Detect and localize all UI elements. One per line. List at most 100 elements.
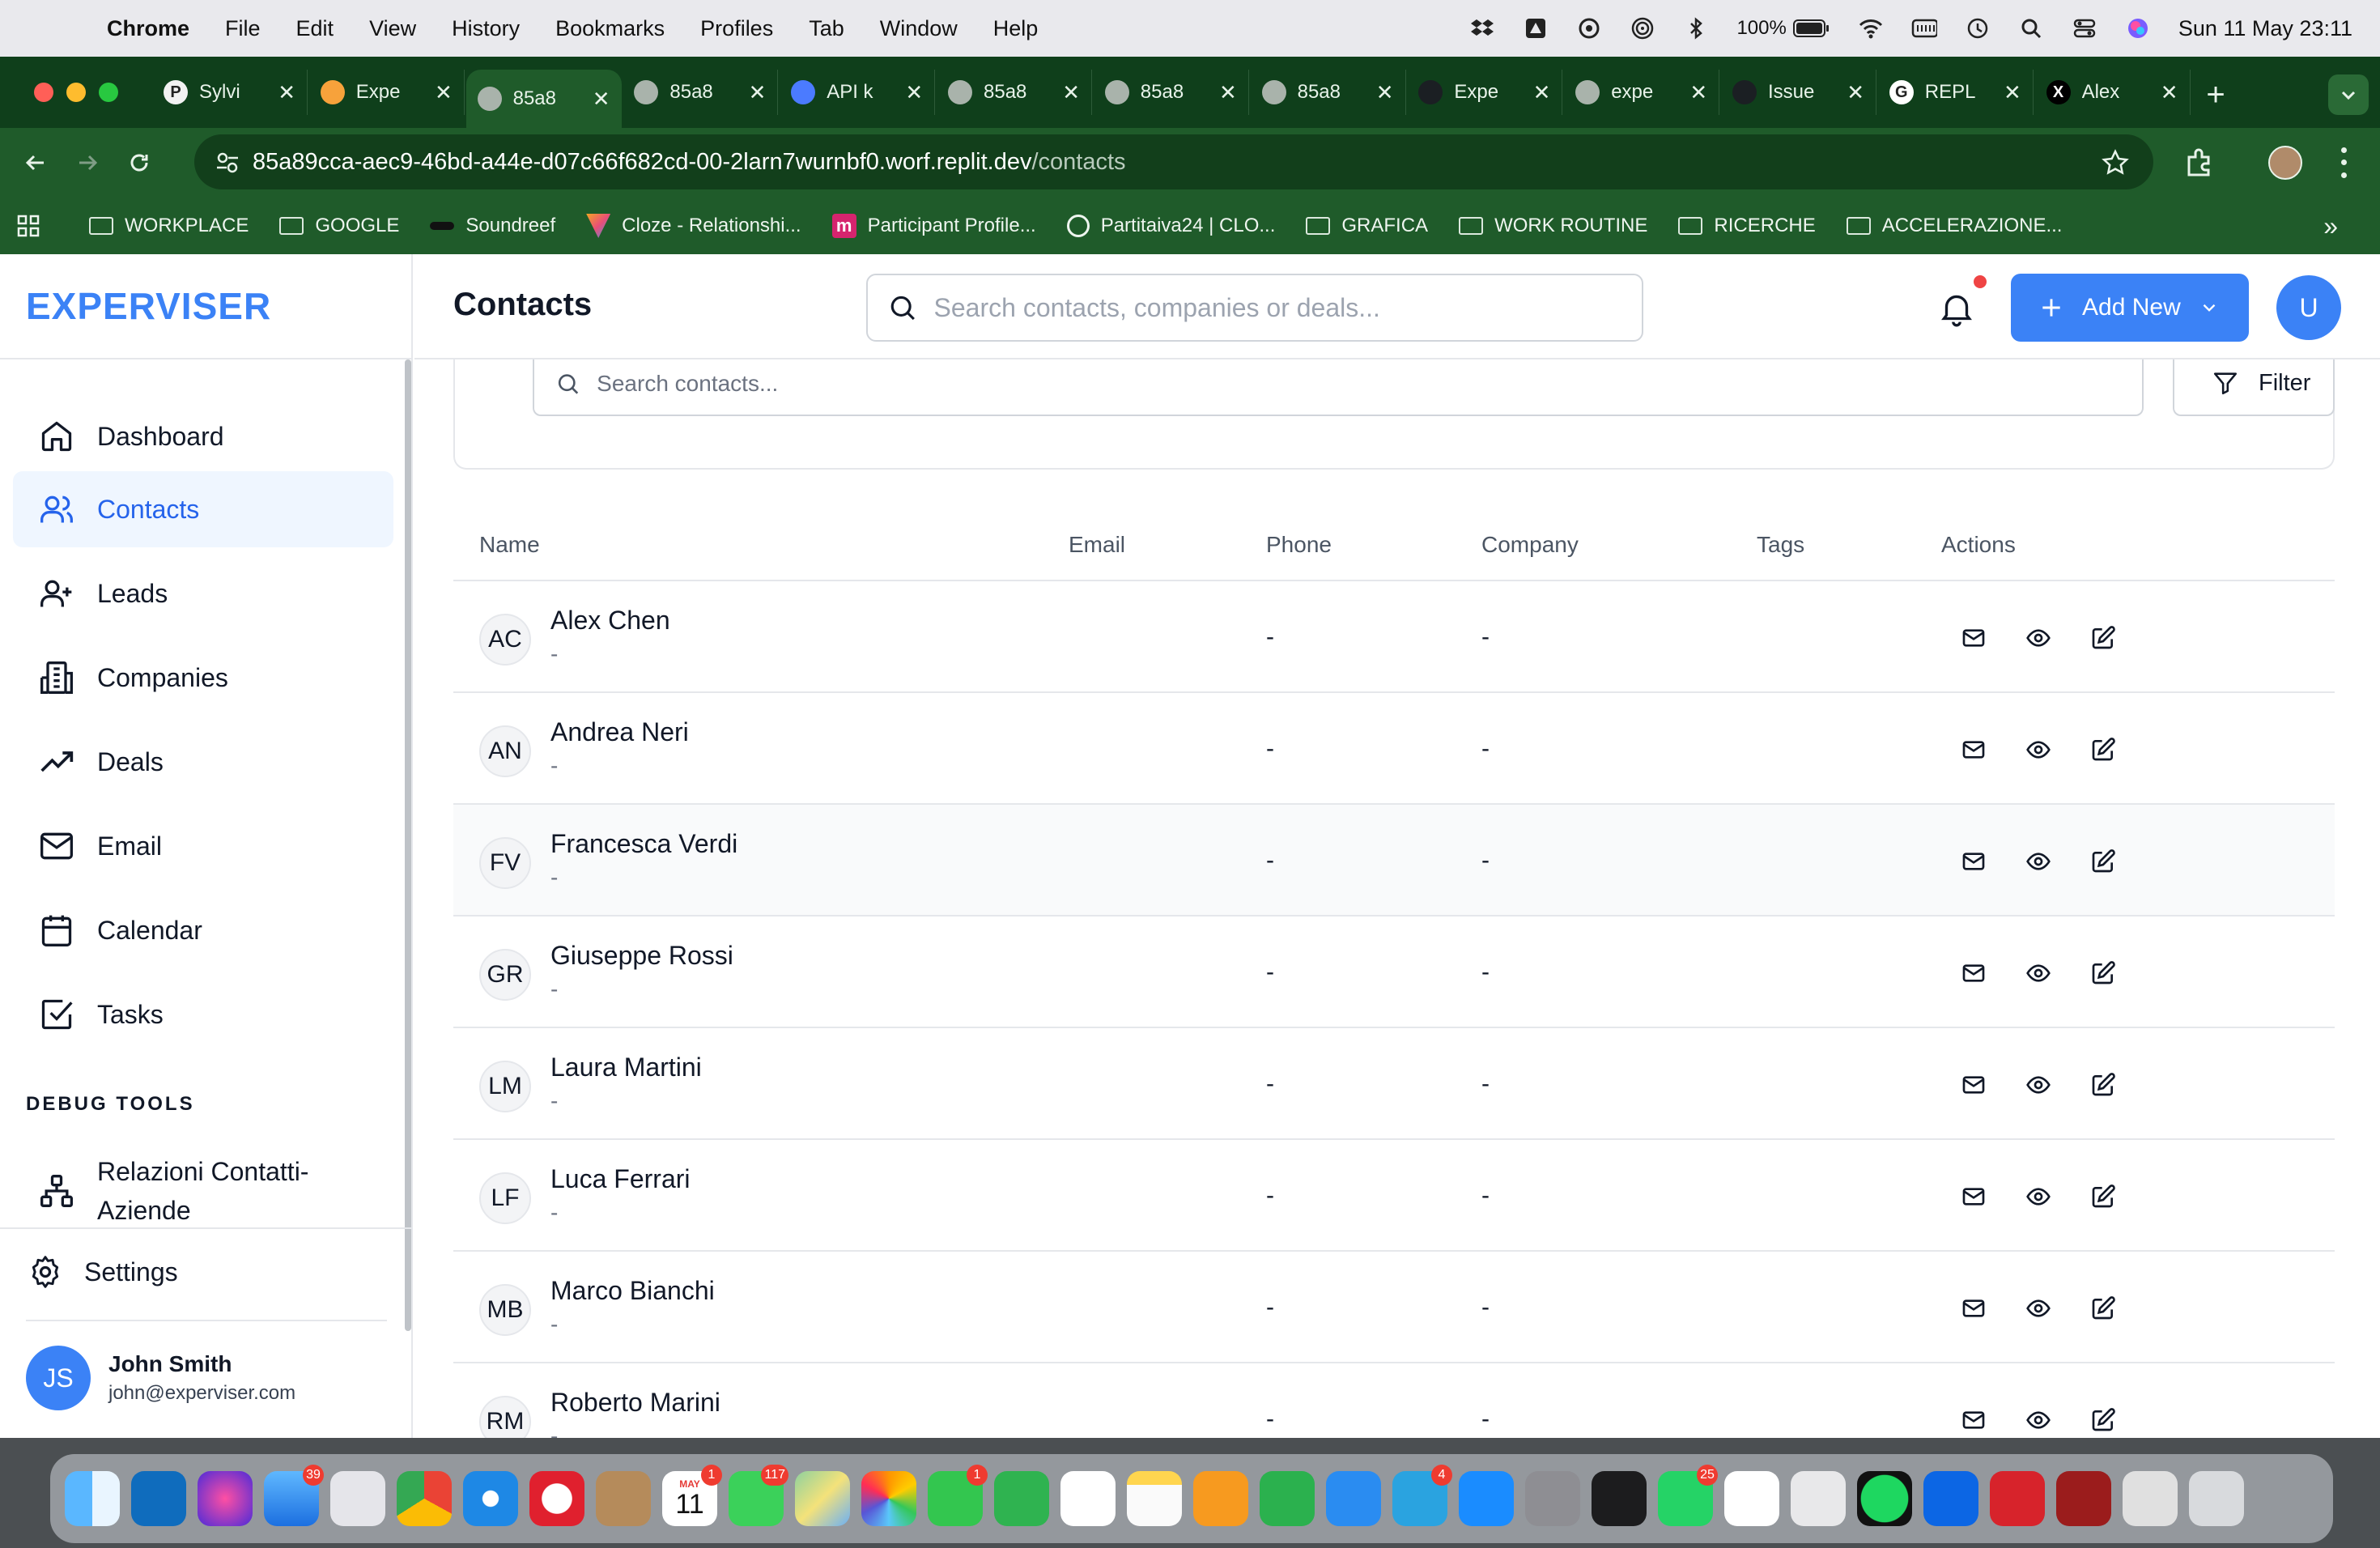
window-minimize-button[interactable] bbox=[66, 83, 86, 102]
phone-icon[interactable] bbox=[1592, 1471, 1647, 1526]
global-search-input[interactable] bbox=[933, 292, 1642, 323]
launchpad-icon[interactable] bbox=[330, 1471, 385, 1526]
edit-icon[interactable] bbox=[2087, 1404, 2119, 1436]
tab-close-icon[interactable]: ✕ bbox=[905, 80, 923, 105]
system-settings-icon[interactable] bbox=[1525, 1471, 1580, 1526]
contact-name[interactable]: Giuseppe Rossi bbox=[550, 941, 733, 971]
mail-icon[interactable] bbox=[1957, 1069, 1990, 1101]
bookmark-google[interactable]: GOOGLE bbox=[279, 215, 399, 237]
iphone-mirroring-icon[interactable] bbox=[1791, 1471, 1846, 1526]
sidebar-item-contacts[interactable]: Contacts bbox=[13, 471, 393, 547]
menu-tab[interactable]: Tab bbox=[791, 16, 862, 41]
tab-close-icon[interactable]: ✕ bbox=[278, 80, 295, 105]
profile-avatar[interactable] bbox=[2268, 146, 2302, 180]
browser-tab[interactable]: API k ✕ bbox=[780, 70, 936, 115]
add-new-button[interactable]: Add New bbox=[2011, 274, 2249, 342]
tab-close-icon[interactable]: ✕ bbox=[1219, 80, 1237, 105]
bookmark-participant-profile[interactable]: m Participant Profile... bbox=[831, 214, 1036, 238]
siri-icon[interactable] bbox=[2125, 15, 2151, 41]
edit-icon[interactable] bbox=[2087, 1069, 2119, 1101]
table-row[interactable]: FV Francesca Verdi - - - bbox=[453, 805, 2335, 916]
mail-icon[interactable] bbox=[1957, 1404, 1990, 1436]
contact-name[interactable]: Alex Chen bbox=[550, 606, 670, 636]
maps-icon[interactable] bbox=[795, 1471, 850, 1526]
contacts-app-icon[interactable] bbox=[596, 1471, 651, 1526]
downloads-stack-icon[interactable] bbox=[2123, 1471, 2178, 1526]
bookmark-accelerazione[interactable]: ACCELERAZIONE... bbox=[1846, 215, 2062, 237]
tab-close-icon[interactable]: ✕ bbox=[2004, 80, 2021, 105]
trello-icon[interactable] bbox=[1923, 1471, 1978, 1526]
menu-history[interactable]: History bbox=[434, 16, 538, 41]
tab-close-icon[interactable]: ✕ bbox=[435, 80, 453, 105]
airdrop-status-icon[interactable] bbox=[1630, 15, 1655, 41]
menu-profiles[interactable]: Profiles bbox=[682, 16, 791, 41]
contact-name[interactable]: Andrea Neri bbox=[550, 717, 689, 747]
bookmark-grafica[interactable]: GRAFICA bbox=[1306, 215, 1428, 237]
browser-tab[interactable]: P Sylvi ✕ bbox=[152, 70, 308, 115]
current-user[interactable]: JS John Smith john@experviser.com bbox=[26, 1320, 387, 1435]
eye-icon[interactable] bbox=[2022, 734, 2055, 766]
header-user-avatar[interactable]: U bbox=[2276, 275, 2341, 340]
extensions-icon[interactable] bbox=[2182, 146, 2215, 182]
bookmark-workplace[interactable]: WORKPLACE bbox=[89, 215, 249, 237]
new-tab-button[interactable]: + bbox=[2195, 74, 2236, 115]
outlook-icon[interactable] bbox=[131, 1471, 186, 1526]
browser-tab[interactable]: 85a8 ✕ bbox=[937, 70, 1092, 115]
browser-tab[interactable]: X Alex ✕ bbox=[2035, 70, 2191, 115]
table-row[interactable]: AC Alex Chen - - - bbox=[453, 581, 2335, 693]
browser-tab[interactable]: 85a8 ✕ bbox=[623, 70, 779, 115]
bookmark-partitaiva24[interactable]: Partitaiva24 | CLO... bbox=[1066, 215, 1275, 237]
settings-link[interactable]: Settings bbox=[0, 1227, 413, 1315]
mail-icon[interactable] bbox=[1957, 845, 1990, 878]
eye-icon[interactable] bbox=[2022, 1404, 2055, 1436]
tab-close-icon[interactable]: ✕ bbox=[593, 87, 610, 112]
mail-icon[interactable] bbox=[1957, 1180, 1990, 1213]
app-store-icon[interactable] bbox=[1459, 1471, 1514, 1526]
contact-search-input[interactable] bbox=[597, 371, 2142, 397]
battery-indicator[interactable]: 100% bbox=[1736, 17, 1830, 40]
edit-icon[interactable] bbox=[2087, 845, 2119, 878]
sidebar-item-calendar[interactable]: Calendar bbox=[13, 892, 393, 968]
sidebar-item-email[interactable]: Email bbox=[13, 808, 393, 884]
menu-help[interactable]: Help bbox=[975, 16, 1056, 41]
tab-close-icon[interactable]: ✕ bbox=[2161, 80, 2178, 105]
site-info-icon[interactable] bbox=[215, 151, 240, 175]
edit-icon[interactable] bbox=[2087, 957, 2119, 989]
evernote-icon[interactable] bbox=[1060, 1471, 1116, 1526]
mail-icon[interactable] bbox=[1957, 957, 1990, 989]
mail-icon[interactable] bbox=[1957, 622, 1990, 654]
address-bar[interactable]: 85a89cca-aec9-46bd-a44e-d07c66f682cd-00-… bbox=[194, 134, 2153, 189]
photos-icon[interactable] bbox=[861, 1471, 916, 1526]
sidebar-item-companies[interactable]: Companies bbox=[13, 640, 393, 716]
bookmark-cloze[interactable]: Cloze - Relationshi... bbox=[586, 214, 801, 238]
bookmark-work-routine[interactable]: WORK ROUTINE bbox=[1459, 215, 1647, 237]
whatsapp-icon[interactable]: 25 bbox=[1658, 1465, 1718, 1526]
window-zoom-button[interactable] bbox=[99, 83, 118, 102]
more-bookmarks-icon[interactable]: » bbox=[2323, 211, 2338, 241]
trash-icon[interactable] bbox=[2189, 1471, 2244, 1526]
bookmark-soundreef[interactable]: Soundreef bbox=[430, 215, 555, 237]
column-header[interactable]: Company bbox=[1481, 532, 1579, 558]
tab-close-icon[interactable]: ✕ bbox=[749, 80, 767, 105]
bookmark-star-icon[interactable] bbox=[2102, 149, 2129, 176]
menubar-clock[interactable]: Sun 11 May 23:11 bbox=[2178, 16, 2352, 41]
eye-icon[interactable] bbox=[2022, 845, 2055, 878]
safari-icon[interactable] bbox=[463, 1471, 518, 1526]
openai-status-icon[interactable] bbox=[1576, 15, 1602, 41]
menu-app-name[interactable]: Chrome bbox=[89, 16, 207, 41]
opera-icon[interactable] bbox=[529, 1471, 584, 1526]
browser-tab[interactable]: 85a8 ✕ bbox=[1251, 70, 1406, 115]
wifi-icon[interactable] bbox=[1858, 15, 1884, 41]
back-button[interactable] bbox=[19, 147, 52, 179]
mail-icon[interactable] bbox=[1957, 734, 1990, 766]
edit-icon[interactable] bbox=[2087, 1292, 2119, 1325]
numbers-icon[interactable] bbox=[1260, 1471, 1315, 1526]
browser-tab[interactable]: Issue ✕ bbox=[1721, 70, 1876, 115]
time-machine-icon[interactable] bbox=[1965, 15, 1991, 41]
browser-tab[interactable]: 85a8 ✕ bbox=[1094, 70, 1249, 115]
forward-button[interactable] bbox=[71, 147, 104, 179]
menu-edit[interactable]: Edit bbox=[278, 16, 352, 41]
tab-close-icon[interactable]: ✕ bbox=[1062, 80, 1080, 105]
brand-logo[interactable]: EXPERVISER bbox=[0, 254, 411, 359]
keyboard-status-icon[interactable] bbox=[1911, 15, 1937, 41]
